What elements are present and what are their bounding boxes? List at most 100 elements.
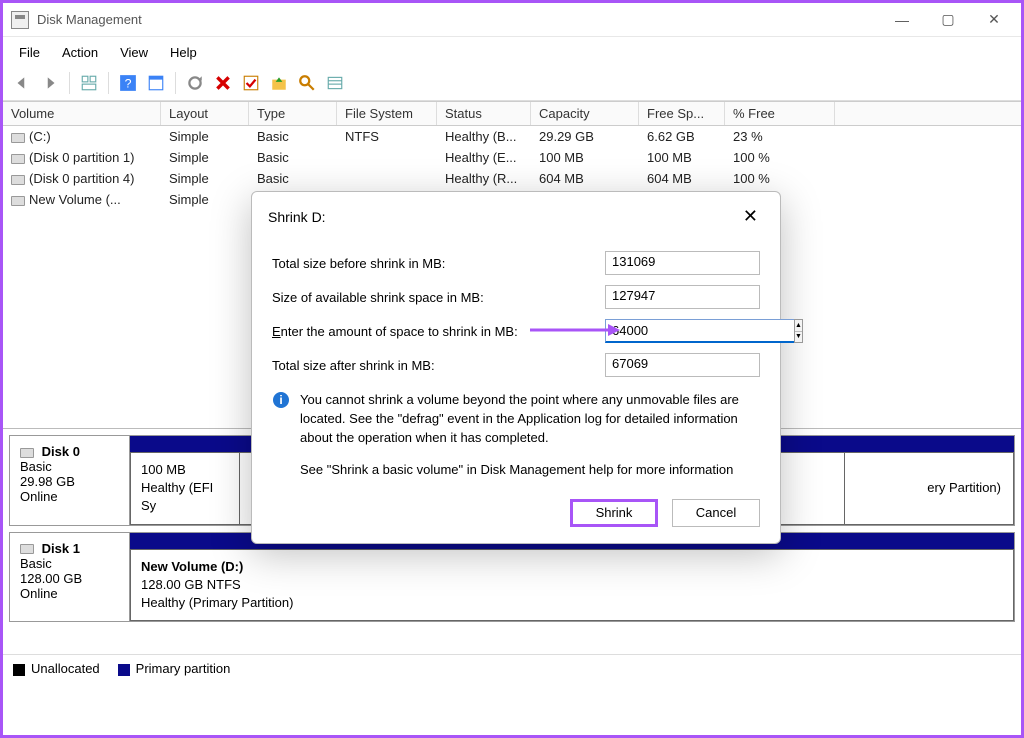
menu-view[interactable]: View — [110, 41, 158, 64]
cell-free: 6.62 GB — [639, 126, 725, 147]
cell-volume: (C:) — [29, 129, 51, 144]
disk-icon — [20, 448, 34, 458]
disk-type: Basic — [20, 459, 119, 474]
table-row[interactable]: (Disk 0 partition 4) Simple Basic Health… — [3, 168, 1021, 189]
cell-volume: (Disk 0 partition 4) — [29, 171, 134, 186]
disk-state: Online — [20, 586, 119, 601]
col-capacity[interactable]: Capacity — [531, 102, 639, 125]
col-layout[interactable]: Layout — [161, 102, 249, 125]
help-icon[interactable]: ? — [117, 72, 139, 94]
cell-fs — [337, 147, 437, 168]
cell-fs — [337, 168, 437, 189]
cell-type: Basic — [249, 168, 337, 189]
col-type[interactable]: Type — [249, 102, 337, 125]
delete-icon[interactable] — [212, 72, 234, 94]
disk-name: Disk 0 — [42, 444, 80, 459]
svg-text:?: ? — [125, 77, 132, 91]
cell-status: Healthy (E... — [437, 147, 531, 168]
cell-type: Basic — [249, 126, 337, 147]
value-total-after: 67069 — [605, 353, 760, 377]
menubar: File Action View Help — [3, 37, 1021, 68]
spinner-down-button[interactable]: ▼ — [795, 332, 802, 343]
minimize-button[interactable]: — — [879, 5, 925, 35]
cell-capacity: 29.29 GB — [531, 126, 639, 147]
partition-size: 100 MB — [141, 461, 229, 479]
forward-icon[interactable] — [39, 72, 61, 94]
legend-primary-swatch — [118, 664, 130, 676]
partition-name: New Volume (D:) — [141, 558, 1003, 576]
partition-state: Healthy (EFI Sy — [141, 479, 229, 515]
window-icon[interactable] — [145, 72, 167, 94]
legend-unallocated-swatch — [13, 664, 25, 676]
refresh-icon[interactable] — [184, 72, 206, 94]
shrink-amount-input[interactable] — [605, 319, 794, 343]
info-icon: i — [272, 391, 290, 448]
table-row[interactable]: (Disk 0 partition 1) Simple Basic Health… — [3, 147, 1021, 168]
cell-layout: Simple — [161, 189, 249, 210]
disk-type: Basic — [20, 556, 119, 571]
search-icon[interactable] — [296, 72, 318, 94]
table-row[interactable]: (C:) Simple Basic NTFS Healthy (B... 29.… — [3, 126, 1021, 147]
cell-status: Healthy (B... — [437, 126, 531, 147]
disk1-row[interactable]: Disk 1 Basic 128.00 GB Online New Volume… — [9, 532, 1015, 623]
disk0-partition-1[interactable]: 100 MB Healthy (EFI Sy — [130, 452, 240, 525]
spinner-up-button[interactable]: ▲ — [795, 320, 802, 332]
legend-primary-label: Primary partition — [136, 661, 231, 676]
cell-volume: (Disk 0 partition 1) — [29, 150, 134, 165]
cancel-button[interactable]: Cancel — [672, 499, 760, 527]
partition-state: Healthy (Primary Partition) — [141, 594, 1003, 612]
partition-state: ery Partition) — [855, 479, 1001, 497]
check-icon[interactable] — [240, 72, 262, 94]
info-text: You cannot shrink a volume beyond the po… — [300, 391, 760, 448]
tile-icon[interactable] — [78, 72, 100, 94]
disk1-graphic: New Volume (D:) 128.00 GB NTFS Healthy (… — [130, 533, 1014, 622]
cell-status: Healthy (R... — [437, 168, 531, 189]
volume-grid-header: Volume Layout Type File System Status Ca… — [3, 101, 1021, 126]
col-freespace[interactable]: Free Sp... — [639, 102, 725, 125]
shrink-dialog: Shrink D: ✕ Total size before shrink in … — [251, 191, 781, 544]
shrink-amount-spinner[interactable]: ▲ ▼ — [605, 319, 760, 343]
shrink-button[interactable]: Shrink — [570, 499, 658, 527]
back-icon[interactable] — [11, 72, 33, 94]
col-filesystem[interactable]: File System — [337, 102, 437, 125]
label-total-before: Total size before shrink in MB: — [272, 256, 605, 271]
cell-type: Basic — [249, 147, 337, 168]
window-title: Disk Management — [37, 12, 879, 27]
window-controls: — ▢ ✕ — [879, 5, 1017, 35]
disk0-partition-4[interactable]: ery Partition) — [844, 452, 1014, 525]
cell-volume: New Volume (... — [29, 192, 121, 207]
value-total-before: 131069 — [605, 251, 760, 275]
dialog-close-button[interactable]: ✕ — [737, 204, 764, 229]
cell-fs: NTFS — [337, 126, 437, 147]
disk-name: Disk 1 — [42, 541, 80, 556]
close-button[interactable]: ✕ — [971, 5, 1017, 35]
menu-file[interactable]: File — [9, 41, 50, 64]
menu-action[interactable]: Action — [52, 41, 108, 64]
col-volume[interactable]: Volume — [3, 102, 161, 125]
maximize-button[interactable]: ▢ — [925, 5, 971, 35]
legend: Unallocated Primary partition — [3, 654, 1021, 682]
col-percentfree[interactable]: % Free — [725, 102, 835, 125]
list-icon[interactable] — [324, 72, 346, 94]
cell-free: 604 MB — [639, 168, 725, 189]
app-icon — [11, 11, 29, 29]
partition-size: 128.00 GB NTFS — [141, 576, 1003, 594]
disk1-partition-d[interactable]: New Volume (D:) 128.00 GB NTFS Healthy (… — [130, 549, 1014, 622]
dialog-title: Shrink D: — [268, 209, 737, 225]
volume-icon — [11, 133, 25, 143]
highlight-arrow-icon — [530, 321, 620, 339]
menu-help[interactable]: Help — [160, 41, 207, 64]
folder-up-icon[interactable] — [268, 72, 290, 94]
disk-size: 29.98 GB — [20, 474, 119, 489]
cell-layout: Simple — [161, 168, 249, 189]
volume-icon — [11, 175, 25, 185]
disk0-label: Disk 0 Basic 29.98 GB Online — [10, 436, 130, 525]
cell-layout: Simple — [161, 126, 249, 147]
col-status[interactable]: Status — [437, 102, 531, 125]
svg-text:i: i — [279, 393, 282, 407]
label-available-space: Size of available shrink space in MB: — [272, 290, 605, 305]
help-text: See "Shrink a basic volume" in Disk Mana… — [300, 462, 760, 477]
cell-capacity: 604 MB — [531, 168, 639, 189]
titlebar: Disk Management — ▢ ✕ — [3, 3, 1021, 37]
disk-state: Online — [20, 489, 119, 504]
